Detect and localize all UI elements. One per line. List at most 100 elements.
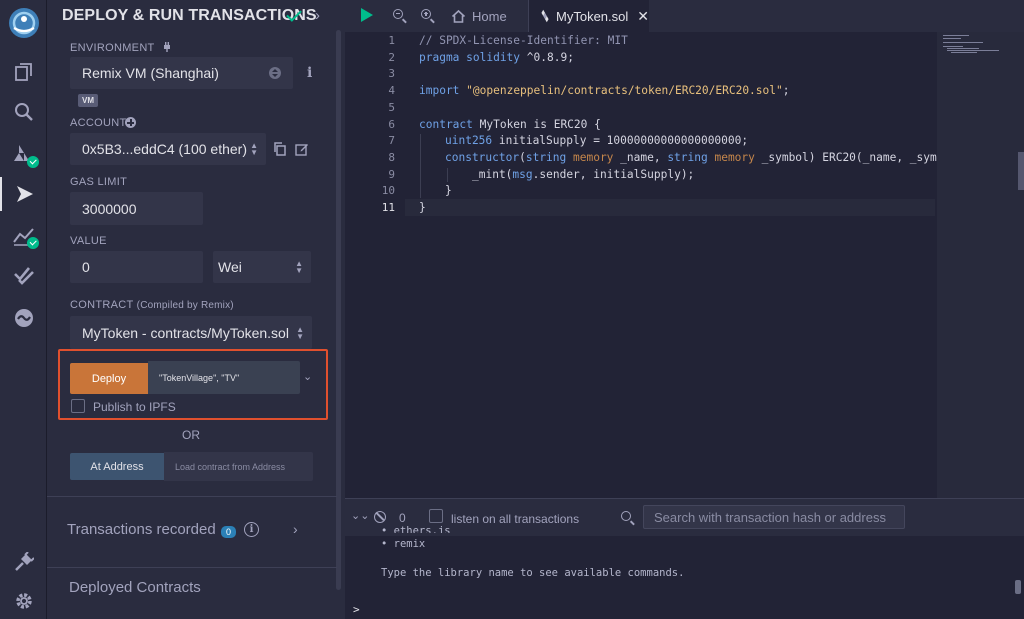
zoom-out-icon[interactable] (393, 9, 403, 19)
terminal-scrollbar[interactable] (1015, 580, 1021, 594)
code-editor[interactable]: 1 2 3 4 5 6 7 8 9 10 11 // SPDX-License-… (345, 32, 1024, 498)
transaction-search-input[interactable]: Search with transaction hash or address (643, 505, 905, 529)
value-input[interactable]: 0 (70, 251, 203, 283)
value-unit-select[interactable]: Wei ▲ ▼ (213, 251, 311, 283)
constructor-args-input[interactable]: "TokenVillage", "TV" (148, 361, 300, 394)
editor-tab-bar: Home MyToken.sol ✕ (345, 0, 1024, 32)
current-line-highlight (405, 199, 935, 216)
edit-icon[interactable] (295, 142, 309, 156)
search-icon (621, 511, 631, 521)
deploy-run-icon[interactable] (0, 177, 47, 211)
code-line-2: pragma solidity ^0.8.9; (419, 51, 574, 64)
settings-gear-icon[interactable] (0, 584, 47, 618)
contract-select[interactable]: MyToken - contracts/MyToken.sol ▲ ▼ (70, 316, 312, 349)
chevron-right-icon[interactable]: › (293, 521, 298, 537)
remix-logo-icon[interactable] (0, 2, 47, 44)
line-number: 4 (388, 84, 395, 97)
contract-value: MyToken - contracts/MyToken.sol (82, 324, 289, 341)
transactions-recorded-header[interactable]: Transactions recorded (67, 521, 216, 538)
plugin-circle-icon[interactable] (0, 301, 47, 335)
contract-compiled-note: (Compiled by Remix) (136, 300, 234, 311)
deploy-run-panel: DEPLOY & RUN TRANSACTIONS › ENVIRONMENT … (47, 0, 345, 619)
code-line-9: _mint(msg.sender, initialSupply); (472, 168, 695, 181)
plug-icon (163, 42, 170, 52)
line-number: 6 (388, 118, 395, 131)
analysis-success-icon (27, 237, 39, 249)
chevron-down-icon[interactable]: ⌄ (303, 370, 312, 383)
panel-scrollbar[interactable] (336, 30, 341, 590)
plugin-manager-icon[interactable] (0, 545, 47, 579)
gas-limit-input[interactable]: 3000000 (70, 192, 203, 225)
home-icon (451, 9, 466, 23)
listen-all-checkbox[interactable] (429, 509, 443, 523)
terminal-line: • ethers.js (381, 525, 451, 533)
tab-home[interactable]: Home (451, 0, 528, 32)
tab-home-label: Home (472, 8, 507, 24)
line-number: 1 (388, 34, 395, 47)
select-arrows-icon: ▲ ▼ (296, 324, 304, 341)
terminal-line: • remix (381, 538, 426, 550)
add-account-icon[interactable] (125, 117, 136, 128)
contract-label: CONTRACT (Compiled by Remix) (70, 299, 234, 311)
transactions-count-badge: 0 (221, 526, 236, 538)
line-number: 11 (381, 201, 395, 214)
publish-ipfs-checkbox[interactable] (71, 399, 85, 413)
collapse-terminal-icon[interactable]: ⌄⌄ (351, 509, 369, 522)
line-number: 10 (381, 184, 395, 197)
terminal-output: • ethers.js • remix Type the library nam… (345, 525, 1024, 619)
info-icon[interactable]: i (244, 522, 259, 537)
pending-tx-count: 0 (399, 511, 406, 525)
solidity-compiler-icon[interactable] (0, 138, 47, 172)
main-area: Home MyToken.sol ✕ 1 2 3 4 5 6 7 8 9 10 … (345, 0, 1024, 619)
line-number: 9 (388, 168, 395, 181)
code-line-6: contract MyToken is ERC20 { (419, 118, 601, 131)
editor-scrollbar[interactable] (1018, 152, 1024, 190)
environment-label: ENVIRONMENT (70, 41, 173, 54)
or-divider-text: OR (182, 428, 200, 442)
indent-guide (420, 134, 421, 198)
code-line-7: uint256 initialSupply = 1000000000000000… (445, 134, 749, 147)
info-icon[interactable]: i (307, 65, 312, 81)
chevron-right-icon[interactable]: › (315, 7, 320, 24)
publish-ipfs-label: Publish to IPFS (93, 400, 176, 414)
value-label: VALUE (70, 235, 107, 247)
terminal-line: Type the library name to see available c… (381, 567, 685, 579)
divider (47, 567, 337, 568)
code-line-4: import "@openzeppelin/contracts/token/ER… (419, 84, 790, 97)
zoom-in-icon[interactable] (421, 9, 431, 19)
divider (47, 496, 337, 497)
solidity-icon (541, 9, 549, 23)
account-select[interactable]: 0x5B3...eddC4 (100 ether) ▲ ▼ (70, 133, 266, 165)
value-unit: Wei (218, 259, 242, 275)
deployed-contracts-header[interactable]: Deployed Contracts (69, 579, 201, 596)
search-icon[interactable] (0, 95, 47, 129)
environment-select[interactable]: Remix VM (Shanghai) (70, 57, 293, 89)
code-line-11: } (419, 201, 426, 214)
line-number: 8 (388, 151, 395, 164)
analysis-icon[interactable] (0, 219, 47, 253)
terminal-prompt[interactable]: > (353, 603, 360, 616)
vm-badge: VM (78, 94, 98, 107)
contract-address-input[interactable]: Load contract from Address (164, 452, 313, 481)
code-line-8: constructor(string memory _name, string … (445, 151, 944, 164)
environment-value: Remix VM (Shanghai) (82, 65, 219, 81)
account-label: ACCOUNT (70, 117, 127, 129)
close-tab-icon[interactable]: ✕ (637, 8, 649, 25)
icon-panel (0, 0, 47, 619)
code-line-10: } (445, 184, 452, 197)
select-arrows-icon: ▲ ▼ (295, 259, 303, 275)
tab-mytoken-sol[interactable]: MyToken.sol ✕ (529, 0, 649, 32)
account-value: 0x5B3...eddC4 (100 ether) (82, 141, 247, 157)
at-address-button[interactable]: At Address (70, 453, 164, 480)
listen-all-label: listen on all transactions (451, 512, 580, 526)
clear-terminal-icon[interactable] (374, 511, 386, 523)
minimap[interactable] (937, 32, 1024, 498)
file-explorer-icon[interactable] (0, 55, 47, 89)
code-line-1: // SPDX-License-Identifier: MIT (419, 34, 628, 47)
select-arrows-icon: ▲ ▼ (250, 141, 258, 157)
run-script-icon[interactable] (361, 8, 373, 22)
copy-icon[interactable] (273, 142, 286, 156)
indent-guide (447, 168, 448, 182)
deploy-button[interactable]: Deploy (70, 363, 148, 394)
unit-testing-icon[interactable] (0, 259, 47, 293)
